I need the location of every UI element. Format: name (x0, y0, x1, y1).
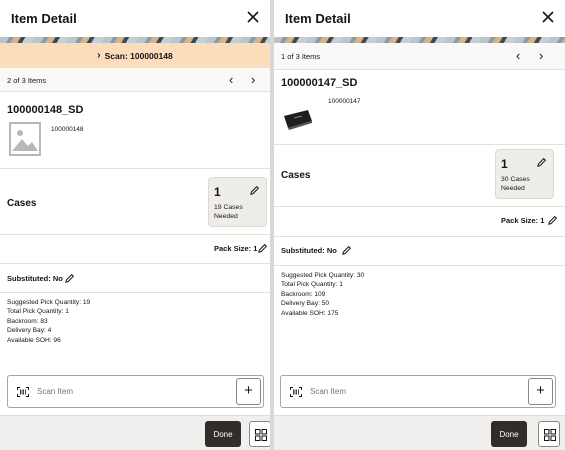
total-pick-quantity: Total Pick Quantity: 1 (281, 281, 343, 289)
header: Item Detail (0, 0, 270, 37)
product-image (281, 104, 315, 134)
delivery-bay: Delivery Bay: 50 (281, 300, 330, 308)
item-upc: 100000148 (51, 126, 84, 133)
substituted-status: Substituted: No (281, 246, 337, 255)
pencil-icon (250, 185, 260, 195)
pager-count: 2 of 3 Items (7, 76, 47, 85)
suggested-pick-quantity: Suggested Pick Quantity: 19 (7, 299, 91, 306)
page-title: Item Detail (285, 11, 351, 26)
quantity-needed: 19 Cases Needed (214, 204, 243, 220)
barcode-scan-icon (290, 387, 302, 397)
divider (274, 265, 565, 266)
pack-size: Pack Size: 1 (214, 244, 258, 253)
footer-toolbar: Done (0, 415, 270, 450)
suggested-pick-quantity: Suggested Pick Quantity: 30 (281, 272, 365, 279)
chevron-right-icon[interactable]: › (539, 48, 543, 63)
quantity-value: 1 (501, 157, 508, 171)
scan-item-input[interactable] (37, 387, 187, 396)
total-pick-quantity: Total Pick Quantity: 1 (7, 308, 69, 316)
chevron-left-icon[interactable]: ‹ (516, 48, 520, 63)
uom-label: Cases (281, 170, 311, 181)
divider (274, 206, 565, 207)
footer-toolbar: Done (274, 415, 565, 450)
item-id: 100000147_SD (281, 77, 358, 89)
chevron-left-icon[interactable]: ‹ (229, 72, 233, 87)
divider (274, 144, 565, 145)
available-soh: Available SOH: 96 (7, 336, 61, 344)
divider (0, 234, 270, 235)
pencil-icon[interactable] (64, 273, 75, 284)
divider (0, 292, 270, 293)
done-button[interactable]: Done (491, 421, 527, 447)
delivery-bay: Delivery Bay: 4 (7, 327, 52, 335)
substituted-status: Substituted: No (7, 274, 63, 283)
plus-icon[interactable]: + (528, 378, 553, 405)
pencil-icon (537, 157, 547, 167)
item-detail-panel-right: Item Detail 1 of 3 Items ‹ › 100000147_S… (274, 0, 565, 450)
close-icon[interactable] (244, 8, 262, 26)
item-details: Suggested Pick Quantity: 30 Total Pick Q… (281, 271, 364, 318)
pager-count: 1 of 3 Items (281, 52, 321, 61)
available-soh: Available SOH: 175 (281, 309, 339, 317)
done-button[interactable]: Done (205, 421, 241, 447)
scan-item-field[interactable]: + (7, 375, 264, 408)
scan-banner-text: Scan: 100000148 (104, 50, 173, 61)
page-title: Item Detail (11, 11, 77, 26)
pencil-icon[interactable] (257, 243, 268, 254)
barcode-scan-icon (17, 387, 29, 397)
quantity-needed: 30 Cases Needed (501, 176, 530, 192)
pencil-icon[interactable] (341, 245, 352, 256)
item-details: Suggested Pick Quantity: 19 Total Pick Q… (7, 298, 90, 345)
item-detail-panel-left: Item Detail › Scan: 100000148 2 of 3 Ite… (0, 0, 270, 450)
backroom: Backroom: 83 (7, 317, 48, 325)
plus-icon[interactable]: + (236, 378, 261, 405)
grid-icon[interactable] (538, 421, 560, 447)
scan-item-field[interactable]: + (280, 375, 556, 408)
divider (0, 263, 270, 264)
scan-banner: › Scan: 100000148 (0, 43, 270, 68)
scan-item-input[interactable] (310, 387, 460, 396)
quantity-card[interactable]: 1 19 Cases Needed (208, 177, 267, 227)
pencil-icon[interactable] (547, 215, 558, 226)
item-pager: 2 of 3 Items ‹ › (0, 68, 270, 92)
divider (274, 236, 565, 237)
chevron-right-icon: › (97, 50, 101, 61)
divider (0, 168, 270, 169)
quantity-card[interactable]: 1 30 Cases Needed (495, 149, 554, 199)
item-id: 100000148_SD (7, 104, 84, 116)
item-upc: 100000147 (328, 98, 361, 105)
close-icon[interactable] (539, 8, 557, 26)
quantity-value: 1 (214, 185, 221, 199)
grid-icon[interactable] (249, 421, 270, 447)
pack-size: Pack Size: 1 (501, 216, 545, 225)
backroom: Backroom: 109 (281, 290, 326, 298)
header: Item Detail (274, 0, 565, 37)
image-placeholder-icon (9, 122, 41, 156)
uom-label: Cases (7, 198, 37, 209)
chevron-right-icon[interactable]: › (251, 72, 255, 87)
item-pager: 1 of 3 Items ‹ › (274, 43, 565, 70)
